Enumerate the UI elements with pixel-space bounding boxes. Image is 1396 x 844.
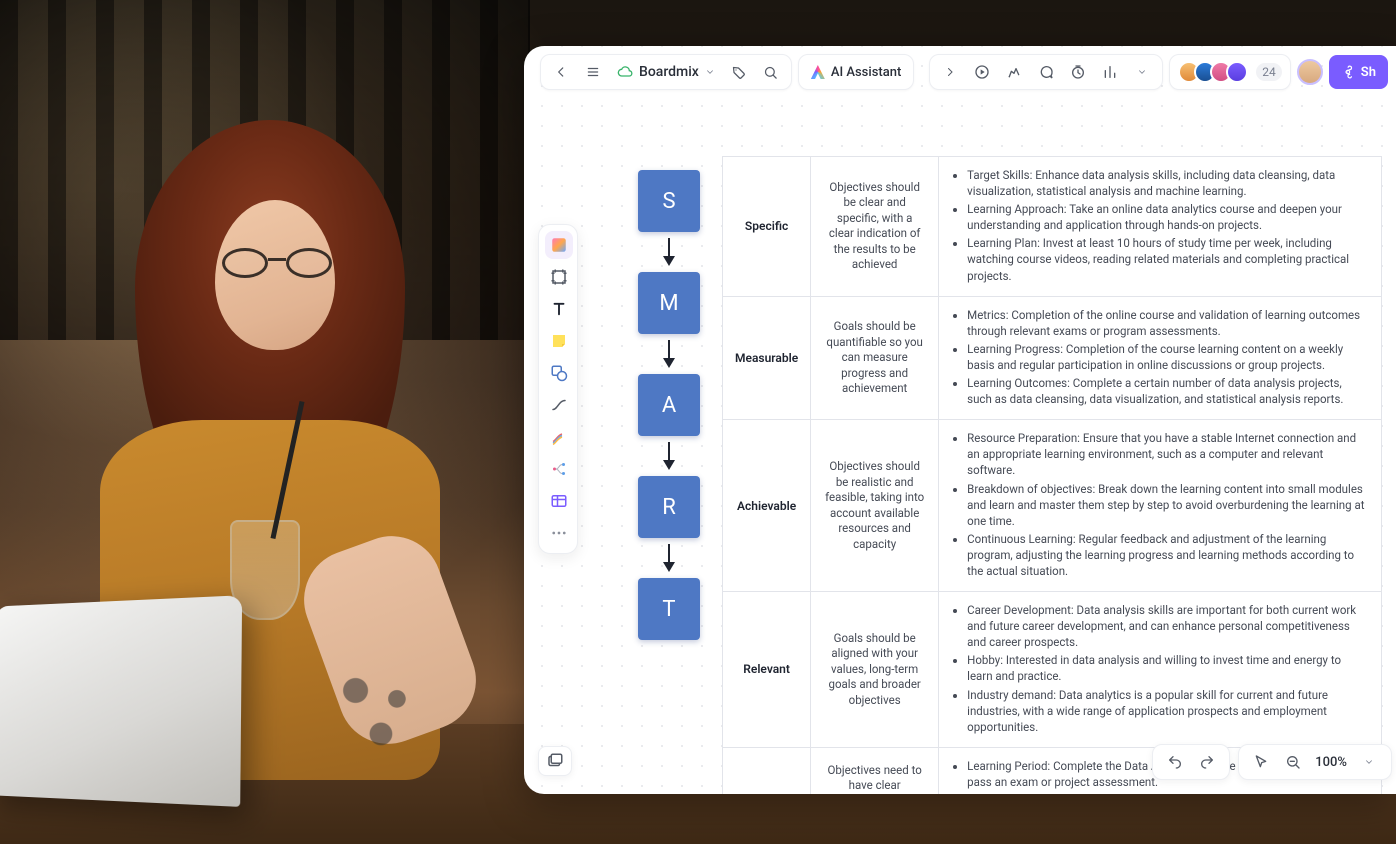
- sticky-note-tool[interactable]: [545, 327, 573, 355]
- row-key: Achievable: [723, 420, 811, 592]
- share-icon: [1341, 65, 1355, 79]
- text-tool[interactable]: [545, 295, 573, 323]
- list-item: Learning Plan: Invest at least 10 hours …: [967, 235, 1369, 283]
- more-tools-chevron[interactable]: [1128, 58, 1156, 86]
- list-item: Metrics: Completion of the online course…: [967, 307, 1369, 339]
- arrow-down-icon: [662, 442, 676, 470]
- table-tool[interactable]: [545, 487, 573, 515]
- presence-count: 24: [1256, 63, 1282, 81]
- zoom-out-button[interactable]: [1279, 748, 1307, 776]
- list-item: Industry demand: Data analytics is a pop…: [967, 687, 1369, 735]
- top-toolbar: Boardmix AI Assistant: [524, 46, 1396, 98]
- timer-button[interactable]: [1064, 58, 1092, 86]
- row-description: Objectives should be realistic and feasi…: [811, 420, 939, 592]
- list-item: Target Skills: Enhance data analysis ski…: [967, 167, 1369, 199]
- list-item: Hobby: Interested in data analysis and w…: [967, 652, 1369, 684]
- more-tools-button[interactable]: [545, 519, 573, 547]
- list-item: Learning Progress: Completion of the cou…: [967, 341, 1369, 373]
- ai-assistant-label: AI Assistant: [831, 65, 901, 80]
- row-key: Specific: [723, 157, 811, 297]
- expand-sidebar-button[interactable]: [936, 58, 964, 86]
- search-button[interactable]: [757, 58, 785, 86]
- flow-letter-s[interactable]: S: [638, 170, 700, 232]
- flow-letter-m[interactable]: M: [638, 272, 700, 334]
- self-avatar[interactable]: [1297, 59, 1323, 85]
- row-key: Measurable: [723, 296, 811, 420]
- ai-logo-icon: [811, 65, 825, 79]
- table-row[interactable]: MeasurableGoals should be quantifiable s…: [723, 296, 1382, 420]
- tag-button[interactable]: [725, 58, 753, 86]
- list-item: Learning Approach: Take an online data a…: [967, 201, 1369, 233]
- redo-button[interactable]: [1193, 748, 1221, 776]
- list-item: Learning Outcomes: Complete a certain nu…: [967, 375, 1369, 407]
- list-item: Breakdown of objectives: Break down the …: [967, 481, 1369, 529]
- row-description: Goals should be quantifiable so you can …: [811, 296, 939, 420]
- row-points: Resource Preparation: Ensure that you ha…: [939, 420, 1382, 592]
- row-description: Goals should be aligned with your values…: [811, 592, 939, 748]
- zoom-dropdown[interactable]: [1355, 748, 1383, 776]
- row-points: Career Development: Data analysis skills…: [939, 592, 1382, 748]
- smart-table[interactable]: SpecificObjectives should be clear and s…: [722, 156, 1382, 794]
- back-button[interactable]: [547, 58, 575, 86]
- row-description: Objectives need to have clear deadlines …: [811, 747, 939, 794]
- list-item: Continuous Learning: Regular feedback an…: [967, 531, 1369, 579]
- bottom-right-controls: 100%: [1152, 744, 1396, 780]
- row-key: Time-bound: [723, 747, 811, 794]
- cloud-icon: [617, 64, 633, 80]
- boardmix-app-window: Boardmix AI Assistant: [524, 46, 1396, 794]
- vote-button[interactable]: [1096, 58, 1124, 86]
- table-row[interactable]: AchievableObjectives should be realistic…: [723, 420, 1382, 592]
- row-key: Relevant: [723, 592, 811, 748]
- table-row[interactable]: RelevantGoals should be aligned with you…: [723, 592, 1382, 748]
- board-name-dropdown[interactable]: Boardmix: [611, 64, 721, 80]
- pages-button[interactable]: [538, 746, 572, 776]
- list-item: Career Development: Data analysis skills…: [967, 602, 1369, 650]
- cursor-mode-button[interactable]: [1247, 748, 1275, 776]
- mindmap-tool[interactable]: [545, 455, 573, 483]
- row-points: Target Skills: Enhance data analysis ski…: [939, 157, 1382, 297]
- arrow-down-icon: [662, 340, 676, 368]
- connector-tool[interactable]: [545, 391, 573, 419]
- share-label: Sh: [1361, 65, 1376, 80]
- list-item: Resource Preparation: Ensure that you ha…: [967, 430, 1369, 478]
- row-description: Objectives should be clear and specific,…: [811, 157, 939, 297]
- share-button[interactable]: Sh: [1329, 55, 1388, 89]
- flow-letter-a[interactable]: A: [638, 374, 700, 436]
- flow-letter-r[interactable]: R: [638, 476, 700, 538]
- laptop-back: [0, 595, 242, 807]
- row-points: Metrics: Completion of the online course…: [939, 296, 1382, 420]
- ai-assistant-button[interactable]: AI Assistant: [798, 54, 914, 90]
- present-button[interactable]: [968, 58, 996, 86]
- presence-avatars[interactable]: [1178, 61, 1248, 83]
- shape-tool[interactable]: [545, 359, 573, 387]
- pen-tool[interactable]: [545, 423, 573, 451]
- arrow-down-icon: [662, 544, 676, 572]
- comment-button[interactable]: [1032, 58, 1060, 86]
- table-row[interactable]: SpecificObjectives should be clear and s…: [723, 157, 1382, 297]
- chevron-down-icon: [705, 67, 715, 77]
- frame-tool[interactable]: [545, 263, 573, 291]
- reactions-button[interactable]: [1000, 58, 1028, 86]
- zoom-level: 100%: [1311, 755, 1351, 770]
- left-toolbar: [538, 224, 578, 554]
- menu-button[interactable]: [579, 58, 607, 86]
- list-item: Learning schedule: Make weekly learning …: [967, 792, 1369, 794]
- undo-button[interactable]: [1161, 748, 1189, 776]
- flow-letter-t[interactable]: T: [638, 578, 700, 640]
- templates-tool[interactable]: [545, 231, 573, 259]
- arrow-down-icon: [662, 238, 676, 266]
- board-name-label: Boardmix: [639, 64, 699, 80]
- smart-flow-letters: S M A R T: [638, 170, 700, 640]
